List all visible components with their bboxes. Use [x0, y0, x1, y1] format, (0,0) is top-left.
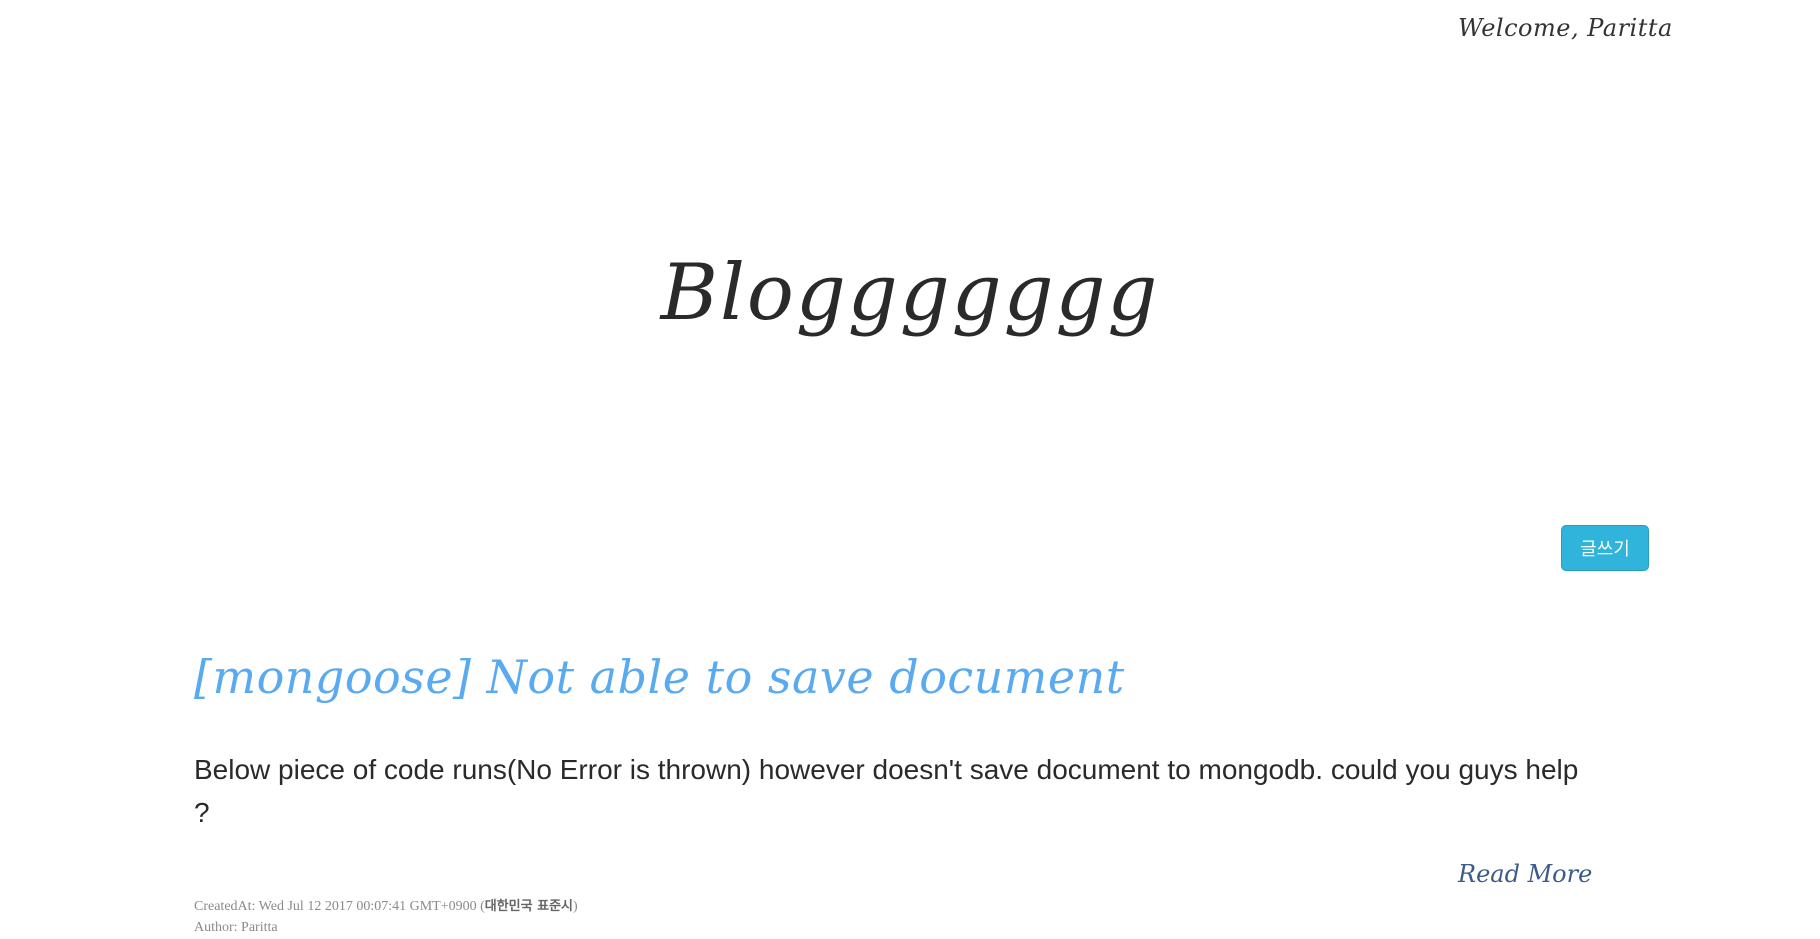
post-excerpt: Below piece of code runs(No Error is thr…	[194, 754, 1579, 828]
blog-title: Bloggggggg	[660, 248, 1160, 338]
post-meta: CreatedAt: Wed Jul 12 2017 00:07:41 GMT+…	[194, 896, 578, 938]
created-at-timezone: 대한민국 표준시	[484, 899, 574, 914]
post-item: [mongoose] Not able to save document Bel…	[194, 650, 1594, 834]
created-at-suffix: )	[573, 899, 578, 914]
created-at-prefix: CreatedAt: Wed Jul 12 2017 00:07:41 GMT+…	[194, 899, 485, 914]
welcome-user-link[interactable]: Welcome, Paritta	[1458, 14, 1673, 42]
post-title-link[interactable]: [mongoose] Not able to save document	[194, 650, 1594, 704]
post-author: Author: Paritta	[194, 920, 278, 935]
page: Welcome, Paritta Bloggggggg 글쓰기 [mongoos…	[0, 0, 1820, 939]
read-more-link[interactable]: Read More	[1458, 860, 1592, 888]
post-created-at: CreatedAt: Wed Jul 12 2017 00:07:41 GMT+…	[194, 896, 578, 917]
write-post-button[interactable]: 글쓰기	[1561, 525, 1649, 571]
